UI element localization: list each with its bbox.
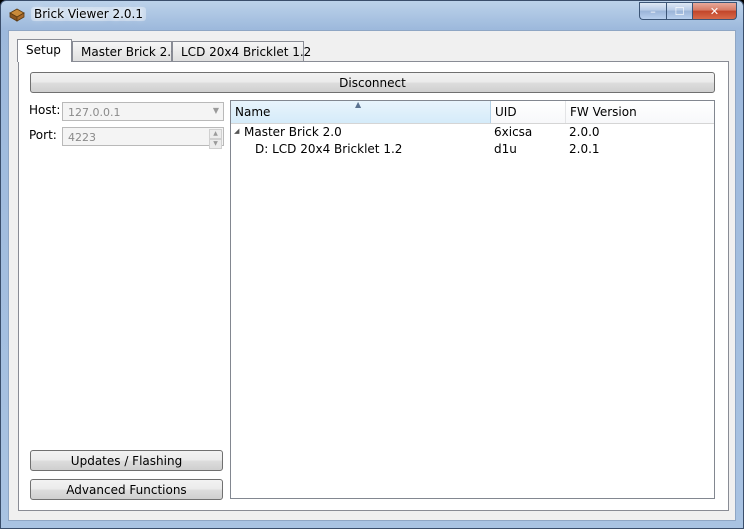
tab-setup[interactable]: Setup — [17, 39, 72, 62]
tab-label: Master Brick 2.0 — [81, 45, 179, 59]
row-fw-version: 2.0.1 — [569, 142, 600, 156]
advanced-functions-label: Advanced Functions — [66, 482, 187, 497]
stepper-up-icon[interactable]: ▲ — [209, 129, 222, 139]
window-title: Brick Viewer 2.0.1 — [31, 7, 147, 21]
maximize-icon: ☐ — [674, 4, 685, 18]
port-stepper[interactable]: ▲ ▼ — [209, 129, 222, 149]
client-area: Setup Master Brick 2.0 LCD 20x4 Bricklet… — [8, 30, 736, 521]
column-header-name[interactable]: Name ▲ — [231, 100, 491, 123]
port-value: 4223 — [68, 131, 96, 144]
tab-label: Setup — [26, 43, 61, 57]
stepper-down-icon[interactable]: ▼ — [209, 139, 222, 149]
chevron-down-icon: ▼ — [212, 106, 219, 115]
expand-arrow-icon[interactable]: ◢ — [234, 127, 239, 135]
tab-lcd-bricklet[interactable]: LCD 20x4 Bricklet 1.2 — [172, 41, 311, 61]
tree-row[interactable]: D: LCD 20x4 Bricklet 1.2 d1u 2.0.1 — [231, 141, 714, 158]
minimize-button[interactable]: – — [639, 2, 666, 20]
close-icon: ✕ — [709, 4, 720, 18]
disconnect-button[interactable]: Disconnect — [30, 72, 715, 93]
host-value: 127.0.0.1 — [68, 106, 121, 119]
title-bar[interactable]: Brick Viewer 2.0.1 – ☐ ✕ — [1, 1, 743, 29]
setup-panel: Disconnect Host: 127.0.0.1 ▼ Port: 4223 … — [18, 61, 729, 511]
row-fw-version: 2.0.0 — [569, 125, 600, 139]
row-name: Master Brick 2.0 — [244, 125, 342, 139]
host-combobox[interactable]: 127.0.0.1 ▼ — [62, 102, 224, 121]
app-window: Brick Viewer 2.0.1 – ☐ ✕ Setup Master Br… — [0, 0, 744, 529]
host-label: Host: — [29, 103, 61, 117]
brick-app-icon — [9, 8, 25, 22]
caption-buttons: – ☐ ✕ — [639, 2, 737, 21]
row-uid: 6xicsa — [494, 125, 533, 139]
row-uid: d1u — [494, 142, 517, 156]
column-header-uid[interactable]: UID — [491, 101, 566, 123]
row-name: D: LCD 20x4 Bricklet 1.2 — [255, 142, 403, 156]
minimize-icon: – — [650, 4, 656, 18]
column-header-label: Name — [235, 105, 271, 119]
disconnect-label: Disconnect — [339, 75, 406, 90]
updates-flashing-label: Updates / Flashing — [70, 453, 183, 468]
column-header-fw-version[interactable]: FW Version — [566, 101, 714, 123]
tab-master-brick[interactable]: Master Brick 2.0 — [72, 41, 179, 61]
advanced-functions-button[interactable]: Advanced Functions — [30, 479, 223, 500]
tree-header: Name ▲ UID FW Version — [231, 100, 714, 124]
updates-flashing-button[interactable]: Updates / Flashing — [30, 450, 223, 471]
column-header-label: UID — [495, 105, 517, 119]
sort-ascending-icon: ▲ — [355, 100, 362, 109]
device-tree[interactable]: Name ▲ UID FW Version ◢ Master Brick 2.0… — [230, 100, 715, 499]
close-button[interactable]: ✕ — [692, 2, 737, 20]
tab-label: LCD 20x4 Bricklet 1.2 — [181, 45, 312, 59]
maximize-button[interactable]: ☐ — [666, 2, 692, 20]
tree-row[interactable]: ◢ Master Brick 2.0 6xicsa 2.0.0 — [231, 124, 714, 141]
column-header-label: FW Version — [570, 105, 637, 119]
port-label: Port: — [29, 128, 57, 142]
port-spinbox[interactable]: 4223 ▲ ▼ — [62, 127, 224, 149]
